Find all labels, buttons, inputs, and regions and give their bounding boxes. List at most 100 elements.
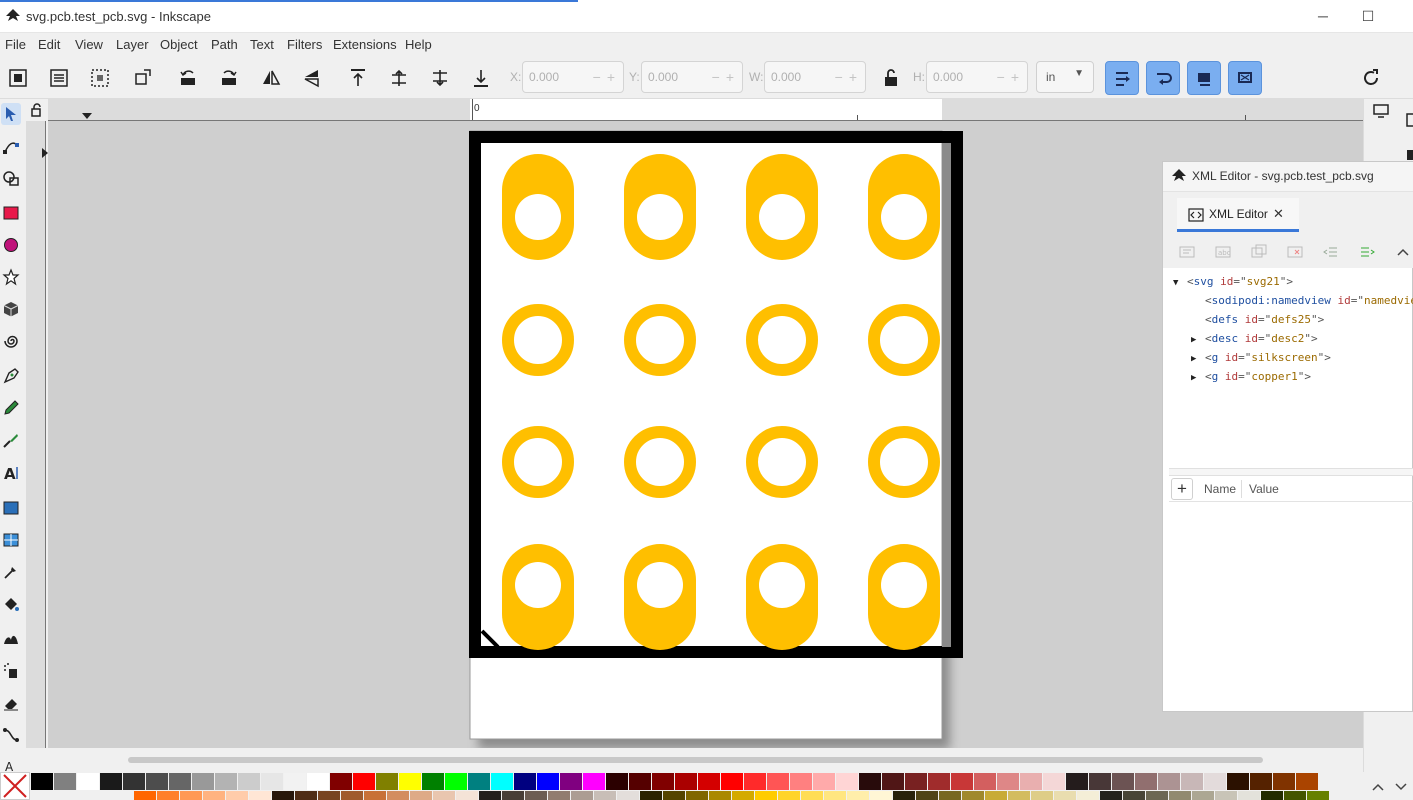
raise-to-top-icon[interactable] xyxy=(346,66,370,90)
color-swatch[interactable] xyxy=(479,791,501,800)
pad-hole[interactable] xyxy=(515,562,561,608)
color-swatch[interactable] xyxy=(100,773,122,790)
tab-xml-editor[interactable]: XML Editor ✕ xyxy=(1177,198,1299,232)
color-swatch[interactable] xyxy=(272,791,294,800)
color-swatch[interactable] xyxy=(468,773,490,790)
color-swatch[interactable] xyxy=(203,791,225,800)
rotate-cw-icon[interactable] xyxy=(217,66,241,90)
color-swatch[interactable] xyxy=(1192,791,1214,800)
x-input[interactable] xyxy=(529,70,587,84)
color-swatch[interactable] xyxy=(755,791,777,800)
xml-node-row[interactable]: ▼ <svg id="svg21"> xyxy=(1173,272,1293,291)
color-swatch[interactable] xyxy=(376,773,398,790)
color-swatch[interactable] xyxy=(939,791,961,800)
spiral-tool[interactable] xyxy=(1,330,21,352)
shape-builder-tool[interactable] xyxy=(1,167,21,189)
color-swatch[interactable] xyxy=(123,773,145,790)
color-swatch[interactable] xyxy=(928,773,950,790)
color-swatch[interactable] xyxy=(1043,773,1065,790)
color-swatch[interactable] xyxy=(1250,773,1272,790)
color-swatch[interactable] xyxy=(295,791,317,800)
menu-layer[interactable]: Layer xyxy=(116,37,149,52)
x-stepper[interactable]: −+ xyxy=(593,69,621,85)
xml-node-row[interactable]: ▶ <desc id="desc2"> xyxy=(1191,329,1318,348)
open-document-icon[interactable] xyxy=(1406,147,1413,161)
rotate-ccw-icon[interactable] xyxy=(176,66,200,90)
paint-bucket-tool[interactable] xyxy=(1,593,21,615)
color-swatch[interactable] xyxy=(1077,791,1099,800)
color-swatch[interactable] xyxy=(180,791,202,800)
color-swatch[interactable] xyxy=(226,791,248,800)
color-swatch[interactable] xyxy=(882,773,904,790)
close-icon[interactable]: ✕ xyxy=(1273,206,1284,222)
color-swatch[interactable] xyxy=(1135,773,1157,790)
color-swatch[interactable] xyxy=(974,773,996,790)
color-swatch[interactable] xyxy=(134,791,156,800)
expand-down-icon[interactable]: ▼ xyxy=(1173,274,1187,293)
delete-node-icon[interactable] xyxy=(1287,244,1303,260)
color-swatch[interactable] xyxy=(560,773,582,790)
text-tool[interactable]: A xyxy=(1,462,21,484)
color-swatch[interactable] xyxy=(744,773,766,790)
color-swatch[interactable] xyxy=(617,791,639,800)
color-swatch[interactable] xyxy=(514,773,536,790)
color-swatch[interactable] xyxy=(249,791,271,800)
select-all-layers-icon[interactable] xyxy=(47,66,71,90)
color-swatch[interactable] xyxy=(387,791,409,800)
flip-horizontal-icon[interactable] xyxy=(259,66,283,90)
color-swatch[interactable] xyxy=(1273,773,1295,790)
scale-corners-toggle[interactable] xyxy=(1146,61,1180,95)
new-document-icon[interactable] xyxy=(1406,113,1413,127)
color-swatch[interactable] xyxy=(997,773,1019,790)
color-swatch[interactable] xyxy=(1020,773,1042,790)
unit-dropdown[interactable]: in ▼ xyxy=(1036,61,1094,93)
color-swatch[interactable] xyxy=(410,791,432,800)
color-swatch[interactable] xyxy=(652,773,674,790)
xml-node-row[interactable]: ▶ <g id="silkscreen"> xyxy=(1191,348,1331,367)
color-swatch[interactable] xyxy=(709,791,731,800)
color-swatch[interactable] xyxy=(675,773,697,790)
gradient-tool[interactable] xyxy=(1,497,21,519)
refresh-icon[interactable] xyxy=(1359,66,1383,90)
select-all-icon[interactable] xyxy=(6,66,30,90)
lower-to-bottom-icon[interactable] xyxy=(469,66,493,90)
color-swatch[interactable] xyxy=(157,791,179,800)
color-swatch[interactable] xyxy=(1307,791,1329,800)
duplicate-node-icon[interactable] xyxy=(1251,244,1267,260)
color-swatch[interactable] xyxy=(732,791,754,800)
menu-text[interactable]: Text xyxy=(250,37,274,52)
color-swatch[interactable] xyxy=(318,791,340,800)
w-input[interactable] xyxy=(771,70,829,84)
pad-hole[interactable] xyxy=(637,194,683,240)
horizontal-scrollbar[interactable] xyxy=(22,748,1376,772)
menu-view[interactable]: View xyxy=(75,37,103,52)
expand-right-icon[interactable]: ▶ xyxy=(1191,369,1205,388)
h-stepper[interactable]: −+ xyxy=(997,69,1025,85)
color-swatch[interactable] xyxy=(847,791,869,800)
color-swatch[interactable] xyxy=(962,791,984,800)
horizontal-ruler[interactable]: 0 xyxy=(48,99,1363,121)
color-swatch[interactable] xyxy=(169,773,191,790)
color-swatch[interactable] xyxy=(445,773,467,790)
lower-icon[interactable] xyxy=(428,66,452,90)
color-swatch[interactable] xyxy=(330,773,352,790)
color-swatch[interactable] xyxy=(583,773,605,790)
color-swatch[interactable] xyxy=(284,773,306,790)
color-swatch[interactable] xyxy=(571,791,593,800)
pencil-tool[interactable] xyxy=(1,397,21,419)
xml-editor-header[interactable]: XML Editor - svg.pcb.test_pcb.svg xyxy=(1163,162,1413,192)
move-gradients-toggle[interactable] xyxy=(1187,61,1221,95)
color-swatch[interactable] xyxy=(341,791,363,800)
color-swatch[interactable] xyxy=(606,773,628,790)
color-swatch[interactable] xyxy=(1284,791,1306,800)
pad-hole[interactable] xyxy=(881,194,927,240)
color-swatch[interactable] xyxy=(1215,791,1237,800)
color-swatch[interactable] xyxy=(1054,791,1076,800)
y-input[interactable] xyxy=(648,70,706,84)
star-tool[interactable] xyxy=(1,266,21,288)
new-text-node-icon[interactable]: abc xyxy=(1215,244,1231,260)
color-swatch[interactable] xyxy=(698,773,720,790)
h-spinbox[interactable]: −+ xyxy=(926,61,1028,93)
color-swatch[interactable] xyxy=(1169,791,1191,800)
flip-vertical-icon[interactable] xyxy=(300,66,324,90)
